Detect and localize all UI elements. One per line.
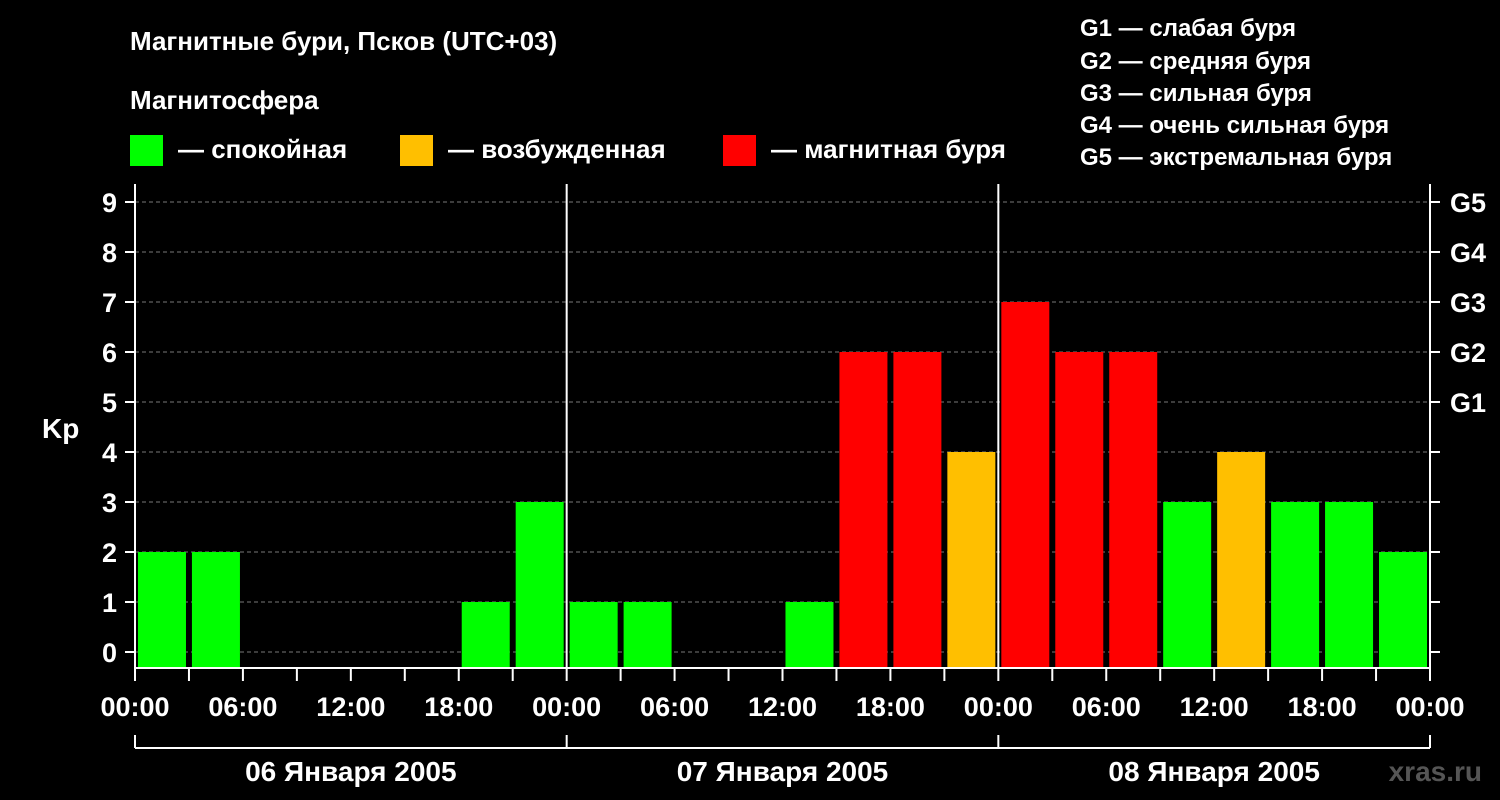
y-tick-label: 1 xyxy=(102,588,117,618)
day-label: 08 Января 2005 xyxy=(1108,756,1320,787)
g-level-label: G5 xyxy=(1450,188,1486,218)
x-tick-label: 00:00 xyxy=(964,692,1033,722)
watermark: xras.ru xyxy=(1389,756,1482,787)
y-tick-label: 3 xyxy=(102,488,117,518)
g-scale-g2: G2 — средняя буря xyxy=(1080,48,1311,75)
kp-bar xyxy=(1163,502,1212,667)
kp-bar xyxy=(1271,502,1320,667)
x-tick-label: 06:00 xyxy=(640,692,709,722)
g-level-label: G1 xyxy=(1450,388,1486,418)
kp-chart: Магнитные бури, Псков (UTC+03) Магнитосф… xyxy=(0,0,1500,800)
kp-bar xyxy=(137,552,186,667)
g-scale-g3: G3 — сильная буря xyxy=(1080,80,1312,107)
x-tick-label: 00:00 xyxy=(1395,692,1464,722)
day-label: 06 Января 2005 xyxy=(245,756,457,787)
kp-bar xyxy=(1325,502,1374,667)
kp-bar xyxy=(947,452,996,667)
y-tick-label: 8 xyxy=(102,238,117,268)
y-tick-label: 2 xyxy=(102,538,117,568)
kp-bar xyxy=(1055,352,1104,667)
kp-bar xyxy=(461,602,510,667)
legend-label-storm: — магнитная буря xyxy=(771,134,1006,164)
kp-bar xyxy=(623,602,672,667)
y-tick-label: 5 xyxy=(102,388,117,418)
legend-label-active: — возбужденная xyxy=(448,134,666,164)
x-tick-label: 18:00 xyxy=(424,692,493,722)
kp-bar xyxy=(839,352,888,667)
y-tick-label: 4 xyxy=(102,438,117,468)
kp-bar xyxy=(1001,302,1050,667)
g-level-label: G3 xyxy=(1450,288,1486,318)
y-tick-label: 6 xyxy=(102,338,117,368)
y-tick-label: 0 xyxy=(102,638,117,668)
legend-swatch-quiet xyxy=(130,135,163,166)
kp-bar xyxy=(191,552,240,667)
x-tick-label: 06:00 xyxy=(208,692,277,722)
y-axis-label: Kp xyxy=(42,413,79,444)
x-tick-label: 00:00 xyxy=(100,692,169,722)
g-level-label: G2 xyxy=(1450,338,1486,368)
chart-title: Магнитные бури, Псков (UTC+03) xyxy=(130,26,557,56)
legend-heading: Магнитосфера xyxy=(130,85,319,115)
x-tick-label: 06:00 xyxy=(1072,692,1141,722)
legend-swatch-storm xyxy=(723,135,756,166)
g-scale-g4: G4 — очень сильная буря xyxy=(1080,112,1389,139)
kp-bar xyxy=(785,602,834,667)
kp-bar xyxy=(1379,552,1428,667)
kp-bar xyxy=(1217,452,1266,667)
legend: — спокойная — возбужденная — магнитная б… xyxy=(130,134,1006,166)
kp-bar xyxy=(1109,352,1158,667)
x-tick-label: 12:00 xyxy=(748,692,817,722)
g-scale-g5: G5 — экстремальная буря xyxy=(1080,144,1392,171)
kp-bar xyxy=(569,602,618,667)
y-tick-label: 7 xyxy=(102,288,117,318)
kp-bar xyxy=(515,502,564,667)
x-tick-label: 18:00 xyxy=(856,692,925,722)
g-scale-g1: G1 — слабая буря xyxy=(1080,15,1296,42)
y-tick-label: 9 xyxy=(102,188,117,218)
day-label: 07 Января 2005 xyxy=(677,756,889,787)
x-tick-label: 18:00 xyxy=(1288,692,1357,722)
x-tick-label: 12:00 xyxy=(1180,692,1249,722)
g-level-label: G4 xyxy=(1450,238,1486,268)
legend-label-quiet: — спокойная xyxy=(178,134,347,164)
legend-swatch-active xyxy=(400,135,433,166)
kp-bar xyxy=(893,352,942,667)
x-tick-label: 00:00 xyxy=(532,692,601,722)
x-tick-label: 12:00 xyxy=(316,692,385,722)
